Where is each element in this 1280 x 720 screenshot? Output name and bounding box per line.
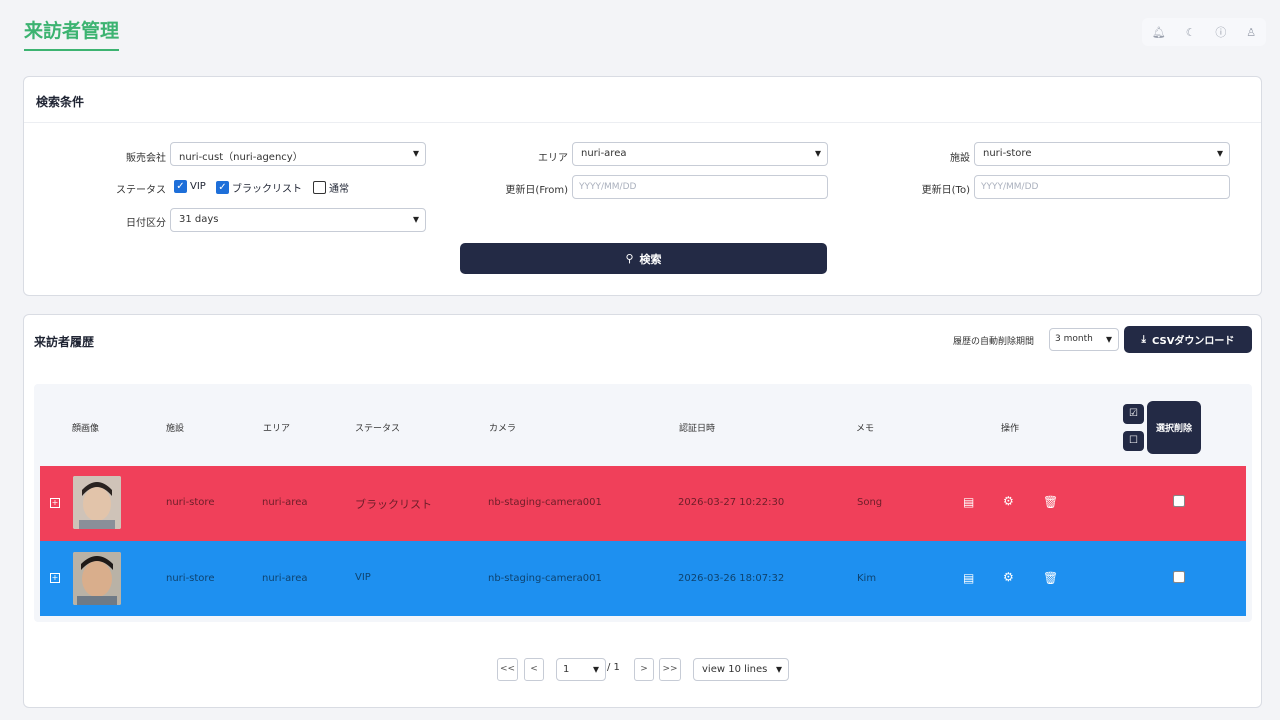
page-title: 来訪者管理: [24, 16, 120, 51]
expand-icon[interactable]: +: [50, 573, 60, 583]
area-cell: nuri-area: [262, 497, 308, 508]
deselect-all-button[interactable]: ☐: [1123, 431, 1144, 451]
page-select[interactable]: 1: [556, 658, 606, 681]
store-cell: nuri-store: [166, 497, 215, 508]
trash-icon[interactable]: 🗑︎: [1043, 495, 1058, 509]
status-blacklist-checkbox[interactable]: ✓ ブラックリスト: [216, 180, 302, 195]
select-all-button[interactable]: ☑: [1123, 404, 1144, 424]
last-page-button[interactable]: >>: [659, 658, 681, 681]
clipboard-icon[interactable]: ▤: [963, 495, 974, 509]
status-normal-checkbox[interactable]: 通常: [313, 180, 349, 195]
bulk-delete-button[interactable]: 選択削除: [1147, 401, 1201, 454]
camera-cell: nb-staging-camera001: [488, 497, 602, 508]
store-cell: nuri-store: [166, 573, 215, 584]
search-icon: ⚲: [625, 252, 634, 265]
search-panel-title: 検索条件: [24, 77, 1261, 123]
history-panel-title: 来訪者履歴: [34, 335, 95, 349]
row-checkbox[interactable]: [1173, 571, 1185, 583]
face-image: [73, 552, 121, 605]
gear-icon[interactable]: ⚙: [1003, 570, 1014, 584]
expand-icon[interactable]: +: [50, 498, 60, 508]
download-icon: ⤓: [1141, 334, 1146, 345]
user-icon[interactable]: ♙: [1246, 26, 1256, 39]
trash-icon[interactable]: 🗑︎: [1043, 571, 1058, 585]
column-header: 顔画像: [72, 424, 100, 434]
check-icon: ✓: [174, 180, 187, 193]
moon-icon[interactable]: ☾: [1186, 26, 1196, 39]
status-cell: VIP: [355, 572, 371, 583]
datetime-cell: 2026-03-27 10:22:30: [678, 497, 785, 508]
store-label: 施設: [950, 153, 970, 164]
bell-icon[interactable]: 🔔︎: [1152, 26, 1166, 39]
date-from-input[interactable]: YYYY/MM/DD: [572, 175, 828, 199]
gear-icon[interactable]: ⚙: [1003, 494, 1014, 508]
date-to-input[interactable]: YYYY/MM/DD: [974, 175, 1230, 199]
company-select[interactable]: nuri-cust（nuri-agency）: [170, 142, 426, 166]
area-select[interactable]: nuri-area: [572, 142, 828, 166]
column-header: 操作: [1001, 424, 1020, 434]
checkbox-empty-icon: [313, 181, 326, 194]
top-icon-bar: 🔔︎ ☾ ⓘ ♙: [1142, 18, 1266, 46]
status-vip-checkbox[interactable]: ✓ VIP: [174, 180, 206, 193]
table-row: + nuri-store nuri-area ブラックリスト nb-stagin…: [40, 466, 1246, 541]
datetime-cell: 2026-03-26 18:07:32: [678, 573, 785, 584]
area-cell: nuri-area: [262, 573, 308, 584]
company-label: 販売会社: [126, 153, 166, 164]
next-page-button[interactable]: >: [634, 658, 654, 681]
face-thumbnail[interactable]: [73, 476, 121, 529]
date-from-label: 更新日(From): [505, 185, 568, 196]
period-label: 日付区分: [126, 218, 166, 229]
face-image: [73, 476, 121, 529]
prev-page-button[interactable]: <: [524, 658, 544, 681]
page-total: / 1: [607, 662, 620, 673]
column-header: カメラ: [489, 424, 517, 434]
table-row: + nuri-store nuri-area VIP nb-staging-ca…: [40, 541, 1246, 616]
period-select[interactable]: 31 days: [170, 208, 426, 232]
camera-cell: nb-staging-camera001: [488, 573, 602, 584]
face-thumbnail[interactable]: [73, 552, 121, 605]
first-page-button[interactable]: <<: [497, 658, 518, 681]
search-button[interactable]: ⚲ 検索: [460, 243, 827, 274]
column-header: 認証日時: [679, 424, 716, 434]
memo-cell: Song: [857, 497, 883, 508]
memo-cell: Kim: [857, 573, 877, 584]
row-checkbox[interactable]: [1173, 495, 1185, 507]
help-icon[interactable]: ⓘ: [1215, 24, 1226, 40]
status-label: ステータス: [116, 185, 166, 196]
per-page-select[interactable]: view 10 lines: [693, 658, 789, 681]
retention-select[interactable]: 3 month: [1049, 328, 1119, 351]
clipboard-icon[interactable]: ▤: [963, 571, 974, 585]
area-label: エリア: [538, 153, 568, 164]
column-header: ステータス: [355, 424, 401, 434]
status-cell: ブラックリスト: [355, 498, 432, 511]
retention-label: 履歴の自動削除期間: [953, 337, 1035, 347]
column-header: メモ: [856, 424, 875, 434]
check-icon: ✓: [216, 181, 229, 194]
date-to-label: 更新日(To): [921, 185, 970, 196]
csv-download-button[interactable]: ⤓ CSVダウンロード: [1124, 326, 1252, 353]
store-select[interactable]: nuri-store: [974, 142, 1230, 166]
column-header: エリア: [263, 424, 291, 434]
column-header: 施設: [166, 424, 185, 434]
